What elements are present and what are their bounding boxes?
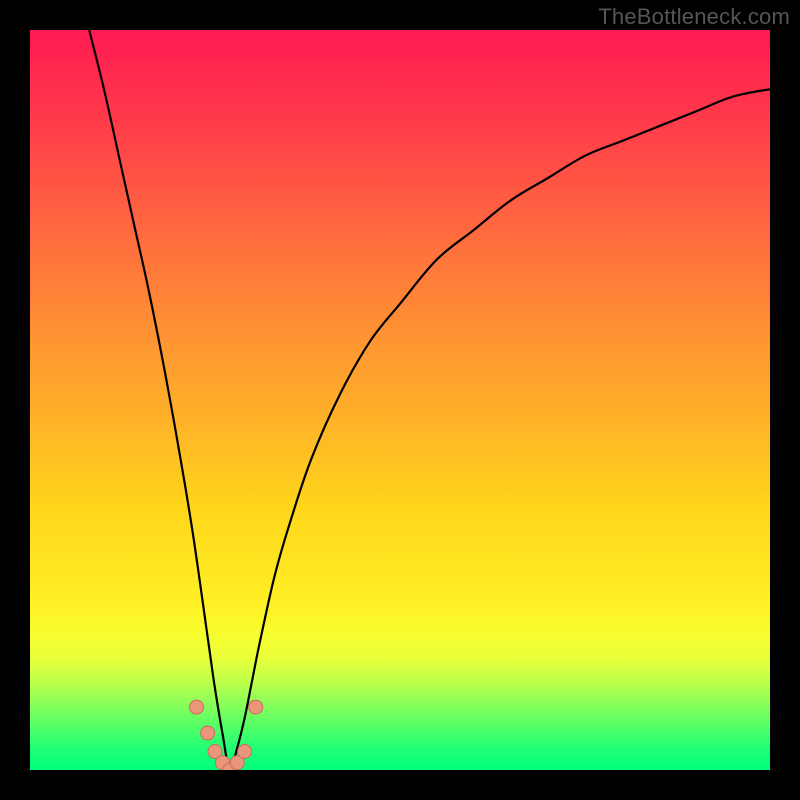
- attribution-label: TheBottleneck.com: [598, 4, 790, 30]
- valley-markers: [190, 700, 263, 770]
- valley-marker: [238, 745, 252, 759]
- valley-marker: [249, 700, 263, 714]
- plot-area: [30, 30, 770, 770]
- valley-marker: [201, 726, 215, 740]
- chart-canvas: TheBottleneck.com: [0, 0, 800, 800]
- bottleneck-curve: [89, 30, 770, 770]
- valley-marker: [190, 700, 204, 714]
- curve-layer: [30, 30, 770, 770]
